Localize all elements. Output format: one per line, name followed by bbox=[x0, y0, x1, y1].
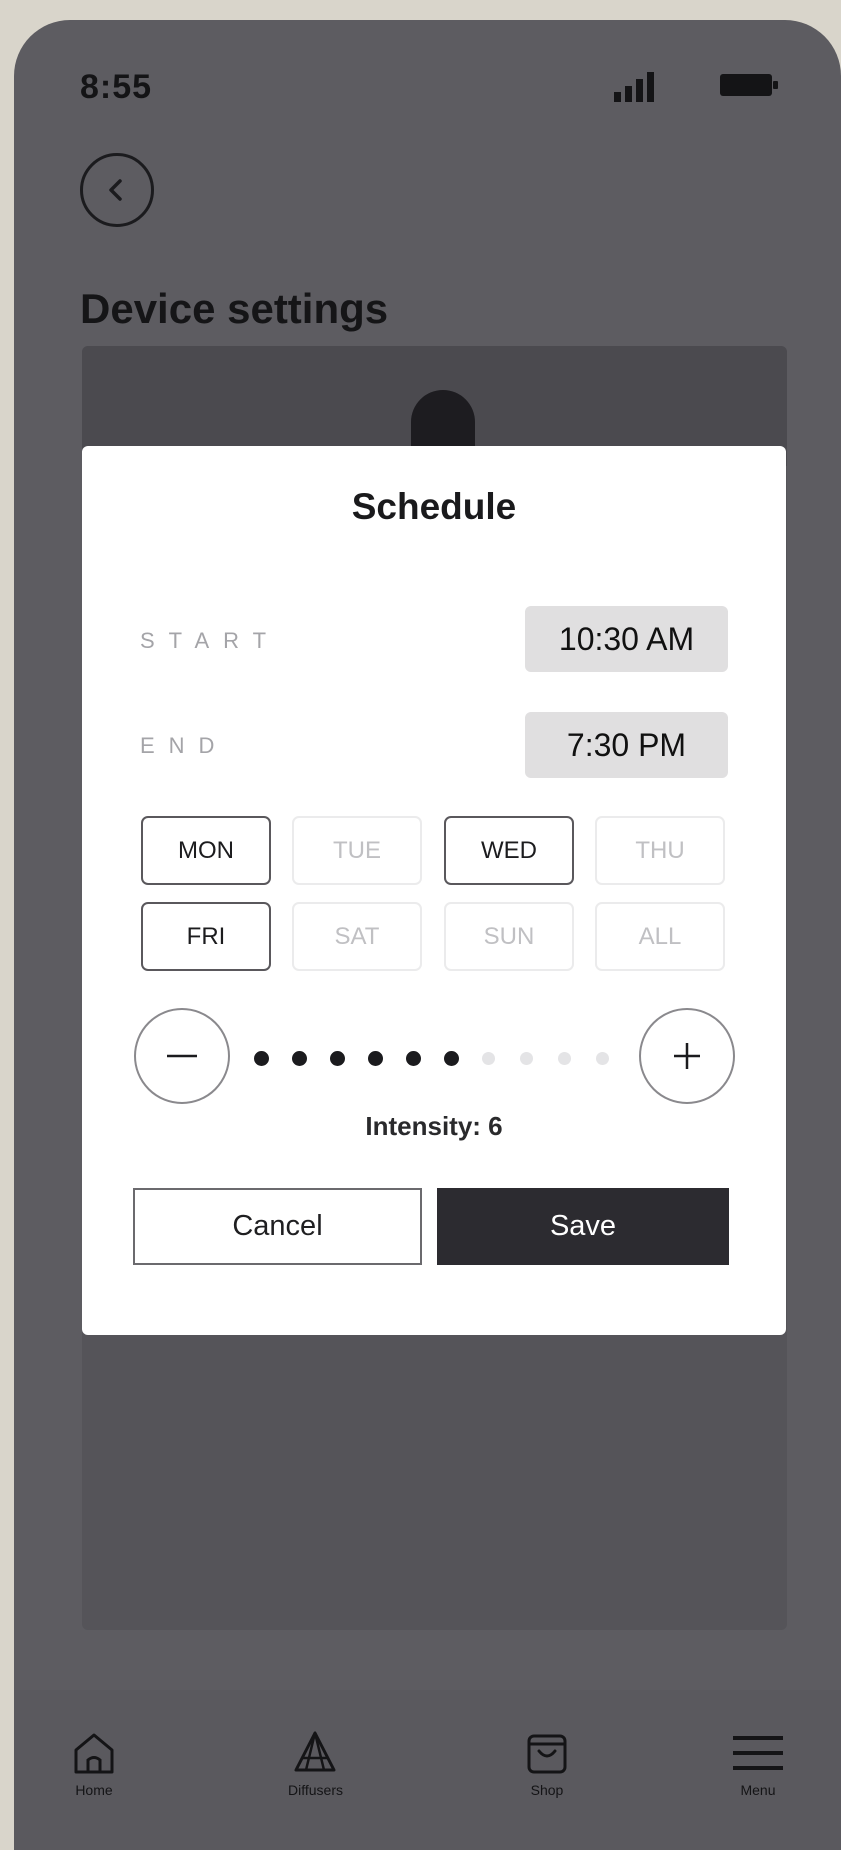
nav-home[interactable]: Home bbox=[72, 1730, 116, 1798]
status-time: 8:55 bbox=[80, 68, 153, 106]
nav-label-menu: Menu bbox=[740, 1782, 776, 1798]
intensity-dot bbox=[596, 1052, 609, 1065]
nav-shop[interactable]: Shop bbox=[524, 1730, 570, 1798]
menu-icon bbox=[733, 1736, 783, 1770]
home-icon bbox=[74, 1733, 114, 1774]
shopping-bag-icon bbox=[527, 1734, 567, 1774]
nav-menu[interactable]: Menu bbox=[732, 1730, 784, 1798]
intensity-dot bbox=[482, 1052, 495, 1065]
plus-icon bbox=[674, 1043, 700, 1069]
increase-intensity-button[interactable] bbox=[639, 1008, 735, 1104]
schedule-modal: Schedule START 10:30 AM END 7:30 PM MON T… bbox=[82, 446, 786, 1335]
end-time-picker[interactable]: 7:30 PM bbox=[525, 712, 728, 778]
diffuser-icon bbox=[294, 1731, 336, 1772]
day-tue-toggle[interactable]: TUE bbox=[292, 816, 422, 885]
save-button[interactable]: Save bbox=[437, 1188, 729, 1265]
start-label: START bbox=[140, 628, 281, 653]
bottom-nav: Home Diffusers Shop Menu bbox=[14, 1690, 841, 1850]
battery-icon bbox=[720, 74, 778, 96]
intensity-label: Intensity: 6 bbox=[365, 1111, 503, 1141]
decrease-intensity-button[interactable] bbox=[134, 1008, 230, 1104]
modal-title: Schedule bbox=[351, 486, 517, 527]
day-sun-toggle[interactable]: SUN bbox=[444, 902, 574, 971]
cancel-button[interactable]: Cancel bbox=[133, 1188, 422, 1265]
intensity-dot bbox=[292, 1051, 307, 1066]
nav-label-home: Home bbox=[75, 1782, 113, 1798]
day-thu-toggle[interactable]: THU bbox=[595, 816, 725, 885]
intensity-dot bbox=[520, 1052, 533, 1065]
page-title: Device settings bbox=[80, 285, 389, 332]
day-fri-toggle[interactable]: FRI bbox=[141, 902, 271, 971]
day-wed-toggle[interactable]: WED bbox=[444, 816, 574, 885]
nav-diffusers[interactable]: Diffusers bbox=[288, 1730, 343, 1798]
signal-icon bbox=[614, 72, 654, 102]
day-all-toggle[interactable]: ALL bbox=[595, 902, 725, 971]
back-button[interactable] bbox=[80, 153, 154, 227]
intensity-dot bbox=[444, 1051, 459, 1066]
nav-label-shop: Shop bbox=[530, 1782, 564, 1798]
intensity-dot bbox=[254, 1051, 269, 1066]
day-sat-toggle[interactable]: SAT bbox=[292, 902, 422, 971]
intensity-dot bbox=[558, 1052, 571, 1065]
start-time-picker[interactable]: 10:30 AM bbox=[525, 606, 728, 672]
end-label: END bbox=[140, 733, 229, 758]
intensity-dot bbox=[330, 1051, 345, 1066]
day-mon-toggle[interactable]: MON bbox=[141, 816, 271, 885]
chevron-left-icon bbox=[109, 179, 122, 201]
minus-icon bbox=[167, 1054, 197, 1058]
intensity-dot bbox=[406, 1051, 421, 1066]
intensity-dot bbox=[368, 1051, 383, 1066]
nav-label-diffusers: Diffusers bbox=[288, 1782, 343, 1798]
